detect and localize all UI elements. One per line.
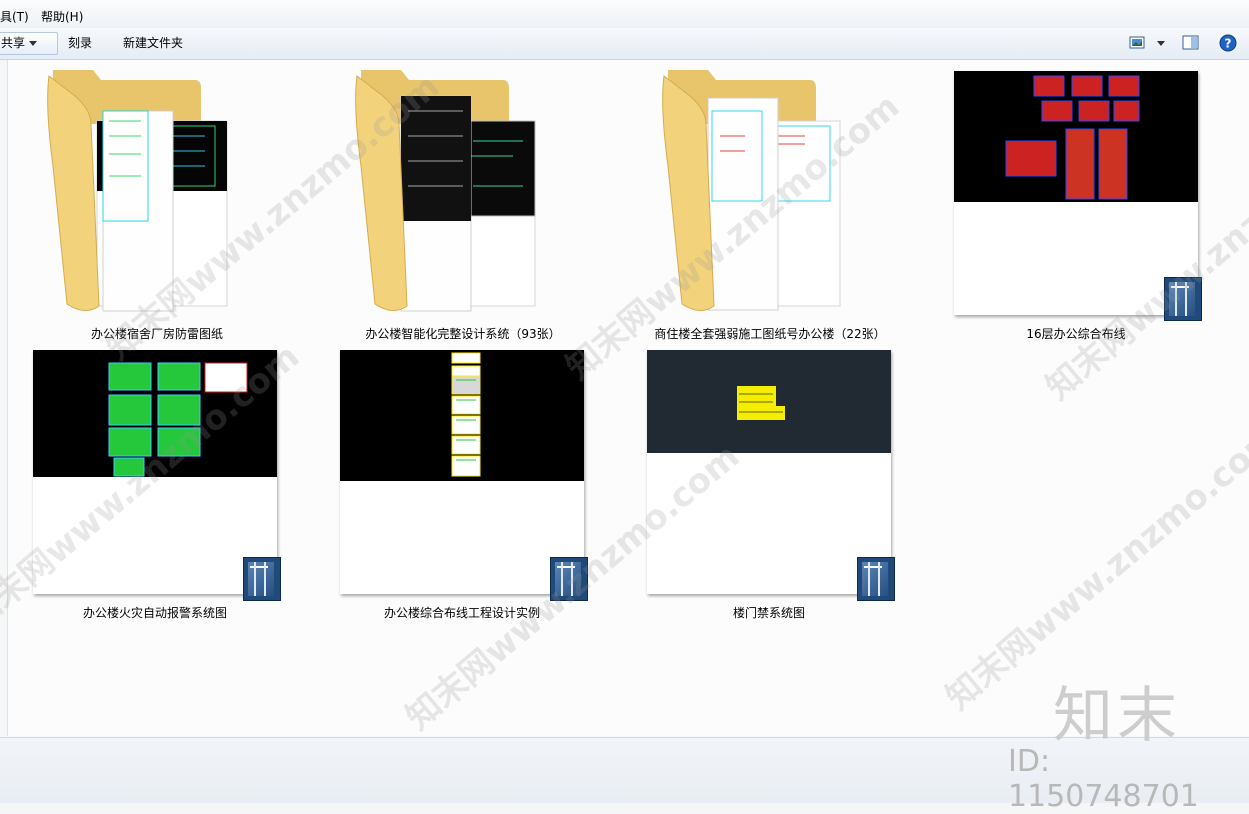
menu-help[interactable]: 帮助(H) [41,8,83,25]
share-button[interactable]: 共享 [0,32,58,55]
share-label: 共享 [1,36,26,50]
dwg-thumbnail[interactable] [340,350,588,601]
dwg-thumbnail[interactable] [954,71,1202,321]
item-caption: 办公楼宿舍厂房防雷图纸 [90,327,223,341]
item-caption: 16层办公综合布线 [1026,327,1126,341]
preview-pane-icon[interactable] [1182,34,1200,55]
item-caption: 楼门禁系统图 [732,606,805,620]
menu-tools[interactable]: 具(T) [0,8,29,25]
folder-item[interactable] [45,66,235,316]
folder-icon [355,70,536,312]
dwg-file-icon [857,557,895,601]
dwg-file-icon [550,557,588,601]
item-caption: 办公楼智能化完整设计系统（93张） [365,327,561,341]
watermark-brand: 知末 [1053,681,1181,751]
help-icon[interactable]: ? [1219,34,1237,55]
menu-bar: 具(T) 帮助(H) [0,0,1249,29]
item-caption: 办公楼火灾自动报警系统图 [82,606,227,620]
drawing-preview [33,350,277,477]
command-bar: 共享 刻录 新建文件夹 ? [0,28,1249,60]
watermark-id: ID: 1150748701 [1008,744,1199,814]
dwg-thumbnail[interactable] [33,350,281,601]
view-options-icon[interactable] [1129,34,1169,55]
new-folder-button[interactable]: 新建文件夹 [123,34,183,53]
drawing-preview [340,350,584,481]
item-caption: 办公楼综合布线工程设计实例 [383,606,540,620]
drawing-preview [954,71,1198,202]
chevron-down-icon [29,41,38,46]
dwg-thumbnail[interactable] [647,350,895,601]
folder-item[interactable] [353,66,543,316]
drawing-preview [647,350,891,453]
folder-item[interactable] [660,66,850,316]
dwg-file-icon [243,557,281,601]
burn-button[interactable]: 刻录 [68,34,92,53]
dwg-file-icon [1164,277,1202,321]
svg-text:?: ? [1225,37,1232,51]
item-caption: 商住楼全套强弱施工图纸号办公楼（22张） [654,327,886,341]
folder-icon [662,70,841,311]
folder-icon [47,70,228,312]
